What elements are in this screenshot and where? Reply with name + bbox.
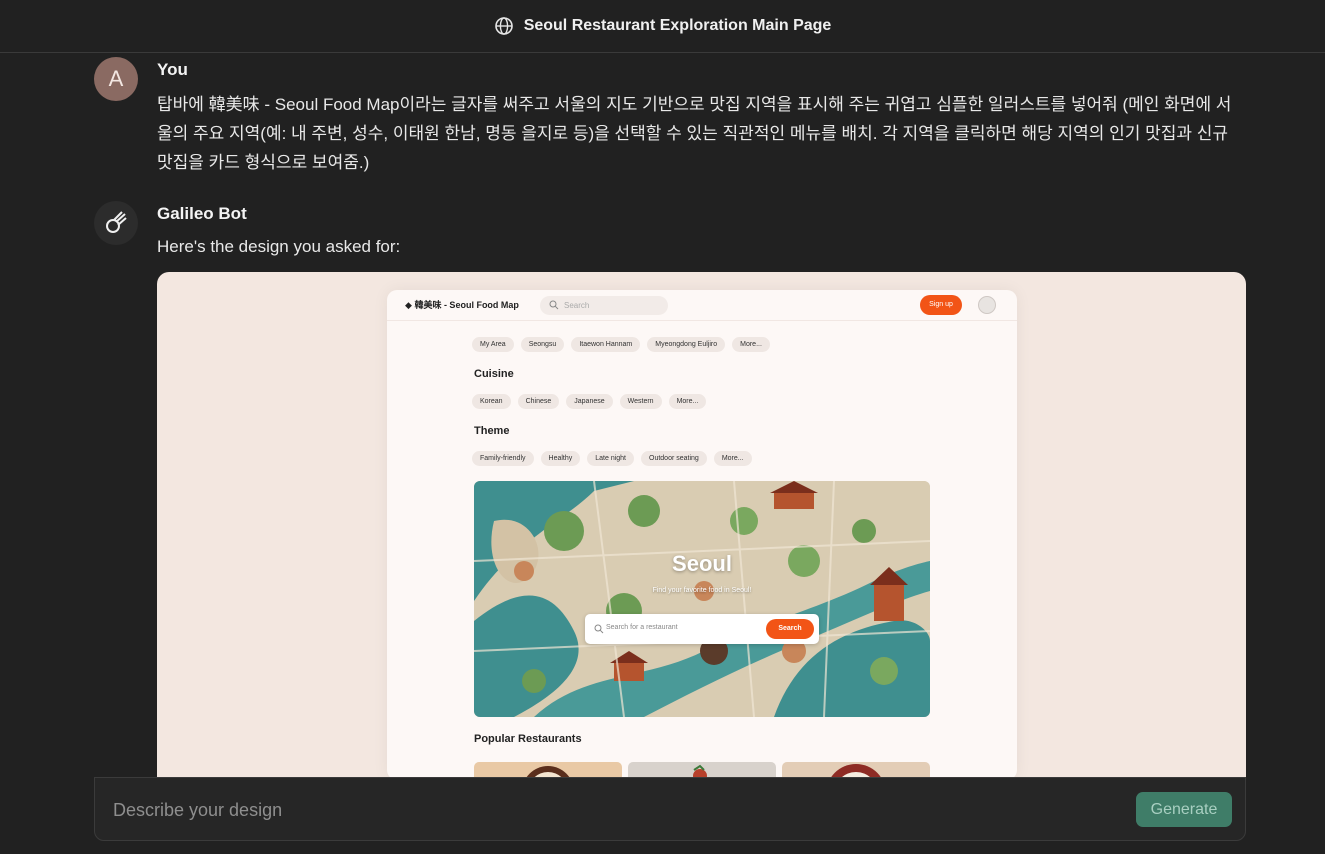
cuisine-chip: Korean <box>472 394 511 409</box>
map-title: Seoul <box>672 551 732 576</box>
map-artwork <box>474 481 930 717</box>
area-chip-row: My Area Seongsu Itaewon Hannam Myeongdon… <box>472 337 770 352</box>
theme-chip: Family-friendly <box>472 451 534 466</box>
page-title: Seoul Restaurant Exploration Main Page <box>523 17 832 34</box>
globe-icon <box>494 17 513 35</box>
theme-chip-row: Family-friendly Healthy Late night Outdo… <box>472 451 752 466</box>
map-subtitle: Find your favorite food in Seoul! <box>652 587 752 594</box>
cuisine-chip: Western <box>619 394 662 409</box>
restaurant-card-row <box>474 762 930 777</box>
cuisine-heading: Cuisine <box>474 368 514 380</box>
user-message: A You 탑바에 韓美味 - Seoul Food Map이라는 글자를 써주… <box>94 57 1254 187</box>
design-preview[interactable]: ◆ 韓美味 - Seoul Food Map Search Sign up My… <box>157 272 1246 777</box>
top-bar: Seoul Restaurant Exploration Main Page <box>0 0 1325 53</box>
map-search-button: Search <box>766 619 814 639</box>
popular-restaurants-heading: Popular Restaurants <box>474 733 582 745</box>
mock-signup-button: Sign up <box>920 295 962 315</box>
restaurant-card <box>782 762 930 777</box>
theme-chip: Late night <box>587 451 634 466</box>
theme-heading: Theme <box>474 425 510 437</box>
user-name: You <box>157 60 188 79</box>
cuisine-chip-row: Korean Chinese Japanese Western More... <box>472 394 707 409</box>
search-icon <box>549 300 559 310</box>
theme-chip: Healthy <box>540 451 581 466</box>
map-search-box: Search for a restaurant Search <box>585 614 819 644</box>
mock-profile-avatar <box>978 296 996 314</box>
restaurant-card <box>628 762 776 777</box>
area-chip: More... <box>732 337 770 352</box>
design-prompt-composer: Describe your design Generate <box>94 777 1246 841</box>
bot-avatar <box>94 201 138 245</box>
user-message-text: 탑바에 韓美味 - Seoul Food Map이라는 글자를 써주고 서울의 … <box>157 95 1232 172</box>
cuisine-chip: More... <box>668 394 707 409</box>
restaurant-card-image <box>693 764 707 777</box>
mock-logo: ◆ 韓美味 - Seoul Food Map <box>405 300 519 310</box>
restaurant-card-image <box>831 764 881 777</box>
map-search-placeholder: Search for a restaurant <box>606 624 678 631</box>
area-chip: My Area <box>472 337 514 352</box>
mock-navbar: ◆ 韓美味 - Seoul Food Map Search Sign up <box>387 290 1017 321</box>
area-chip: Seongsu <box>520 337 565 352</box>
restaurant-card-image <box>526 766 570 777</box>
user-avatar: A <box>94 57 138 101</box>
restaurant-card <box>474 762 622 777</box>
cuisine-chip: Chinese <box>517 394 560 409</box>
bot-message: Galileo Bot Here's the design you asked … <box>94 201 1254 271</box>
bot-name: Galileo Bot <box>157 204 247 223</box>
theme-chip: More... <box>713 451 752 466</box>
search-icon <box>594 624 604 634</box>
mock-search-input: Search <box>540 296 668 315</box>
cuisine-chip: Japanese <box>566 394 613 409</box>
design-prompt-input[interactable]: Describe your design <box>113 800 282 821</box>
seoul-map-illustration: Seoul Find your favorite food in Seoul! … <box>474 481 930 717</box>
mock-page: ◆ 韓美味 - Seoul Food Map Search Sign up My… <box>387 290 1017 777</box>
area-chip: Myeongdong Euljiro <box>647 337 726 352</box>
diamond-icon: ◆ <box>405 300 412 310</box>
area-chip: Itaewon Hannam <box>571 337 641 352</box>
generate-button[interactable]: Generate <box>1136 792 1232 827</box>
bot-message-text: Here's the design you asked for: <box>157 237 401 256</box>
theme-chip: Outdoor seating <box>641 451 707 466</box>
galileo-logo-icon <box>106 211 127 233</box>
